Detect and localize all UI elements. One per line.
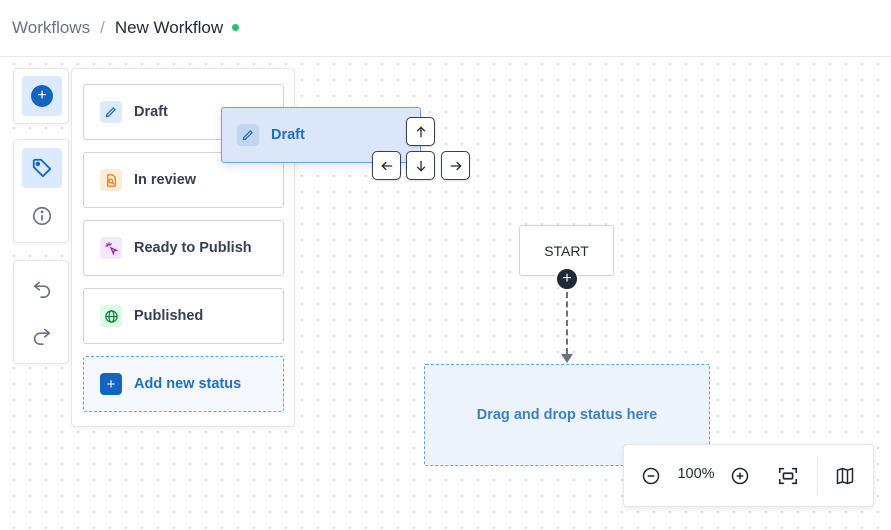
undo-icon (33, 281, 51, 298)
saved-status-dot (232, 24, 240, 31)
add-tool-button[interactable]: + (22, 76, 62, 116)
zoom-divider (817, 458, 818, 495)
globe-icon (100, 305, 122, 327)
zoom-controls: 100% (623, 444, 874, 507)
toolbar-group-panels (13, 139, 69, 243)
drop-zone-label: Drag and drop status here (476, 407, 658, 423)
minimap-button[interactable] (832, 463, 858, 489)
map-icon (836, 467, 854, 485)
redo-icon (33, 328, 51, 345)
status-card-ready-to-publish[interactable]: Ready to Publish (83, 220, 284, 276)
connector-arrow (561, 354, 573, 363)
move-up-key[interactable] (406, 117, 435, 146)
zoom-out-button[interactable] (638, 463, 664, 489)
add-new-status-button[interactable]: + Add new status (83, 356, 284, 412)
pencil-icon (237, 124, 259, 146)
info-icon (32, 206, 52, 226)
plus-icon: + (100, 373, 122, 395)
status-label: Published (134, 308, 204, 324)
arrow-up-icon (416, 126, 425, 137)
arrow-right-icon (450, 161, 461, 170)
tag-icon (32, 158, 52, 178)
zoom-in-button[interactable] (727, 463, 753, 489)
status-label: In review (134, 172, 197, 188)
breadcrumb-separator: / (100, 18, 105, 37)
redo-button[interactable] (22, 315, 62, 355)
move-left-key[interactable] (372, 151, 401, 180)
info-tool-button[interactable] (22, 196, 62, 236)
move-down-key[interactable] (406, 151, 435, 180)
zoom-in-icon (731, 467, 749, 485)
drag-preview-label: Draft (271, 127, 305, 143)
add-icon: + (31, 85, 53, 107)
statuses-tool-button[interactable] (22, 148, 62, 188)
zoom-level: 100% (677, 466, 715, 482)
document-search-icon (100, 169, 122, 191)
breadcrumb: Workflows / New Workflow (12, 18, 240, 38)
add-new-status-label: Add new status (134, 376, 242, 392)
fit-view-icon (778, 467, 798, 485)
status-card-published[interactable]: Published (83, 288, 284, 344)
fit-view-button[interactable] (775, 463, 801, 489)
breadcrumb-workflows-link[interactable]: Workflows (12, 18, 90, 38)
connector-line (566, 292, 568, 354)
header: Workflows / New Workflow (0, 0, 891, 57)
sparkle-cursor-icon (100, 237, 122, 259)
toolbar-group-add: + (13, 68, 69, 124)
pencil-icon (100, 101, 122, 123)
status-label: Draft (134, 104, 168, 120)
move-right-key[interactable] (441, 151, 470, 180)
toolbar-group-history (13, 260, 69, 364)
start-label: START (544, 242, 589, 259)
undo-button[interactable] (22, 268, 62, 308)
zoom-out-icon (642, 467, 660, 485)
plus-icon: + (562, 270, 572, 287)
page-title: New Workflow (114, 18, 224, 37)
arrow-down-icon (416, 160, 425, 171)
add-node-button[interactable]: + (555, 267, 579, 291)
arrow-left-icon (381, 161, 392, 170)
status-label: Ready to Publish (134, 240, 252, 256)
